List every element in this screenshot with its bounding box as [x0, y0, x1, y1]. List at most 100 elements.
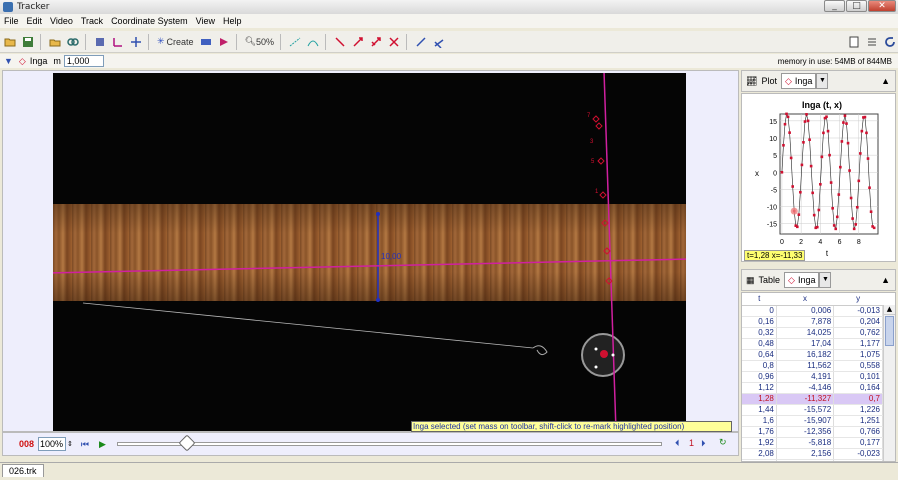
table-cell[interactable]: 0,766	[833, 426, 883, 438]
data-point[interactable]	[865, 131, 868, 135]
data-point[interactable]	[837, 193, 841, 196]
table-cell[interactable]: -15,572	[776, 404, 835, 416]
data-point[interactable]	[822, 131, 825, 135]
tape-icon[interactable]	[128, 33, 144, 51]
open-folder-icon[interactable]	[2, 33, 18, 51]
table-row[interactable]: 2,248,7420,325	[742, 459, 883, 461]
y-axis-line[interactable]	[603, 73, 617, 431]
menu-video[interactable]: Video	[46, 16, 77, 26]
data-point[interactable]	[843, 114, 847, 118]
menu-track[interactable]: Track	[77, 16, 107, 26]
table-row[interactable]: 0,64 16,182 1,075	[742, 349, 883, 361]
play-icon[interactable]: ▶	[99, 439, 106, 450]
stroke-icon[interactable]	[431, 33, 447, 51]
data-point[interactable]	[780, 170, 784, 174]
minimize-button[interactable]: _	[824, 0, 845, 12]
track-point-marker[interactable]	[592, 115, 600, 123]
table-cell[interactable]: 1,226	[833, 404, 883, 416]
data-point[interactable]	[809, 164, 813, 168]
table-cell[interactable]: 0,48	[742, 338, 777, 350]
data-point[interactable]	[819, 182, 822, 186]
clip-settings-icon[interactable]	[65, 33, 81, 51]
open-video-icon[interactable]	[47, 33, 63, 51]
table-cell[interactable]: 8,742	[776, 459, 835, 461]
table-cell[interactable]: 1,251	[833, 415, 883, 427]
table-row[interactable]: 0,48 17,04 1,177	[742, 338, 883, 350]
data-point[interactable]	[832, 224, 836, 227]
table-cell[interactable]: -11,327	[776, 393, 835, 405]
table-cell[interactable]: 2,24	[742, 459, 777, 461]
data-point[interactable]	[831, 206, 834, 210]
acceleration-icon[interactable]	[368, 33, 384, 51]
data-point[interactable]	[808, 138, 811, 142]
column-header-x[interactable]: x	[776, 293, 834, 306]
scroll-thumb[interactable]	[885, 316, 894, 346]
table-cell[interactable]: 7,878	[776, 316, 835, 328]
x-axis-line[interactable]	[53, 258, 686, 274]
data-point[interactable]	[840, 140, 844, 143]
table-cell[interactable]: 0,7	[833, 393, 883, 405]
autotracker-icon[interactable]	[216, 33, 232, 51]
table-cell[interactable]: 0,64	[742, 349, 777, 361]
memory-status[interactable]: memory in use: 54MB of 844MB	[778, 57, 892, 66]
table-cell[interactable]: -0,023	[833, 448, 883, 460]
data-point[interactable]	[866, 157, 870, 160]
video-frame[interactable]: 10,00 7 3 5 1	[53, 73, 686, 431]
step-forward-icon[interactable]: ⏵	[701, 438, 706, 449]
column-header-t[interactable]: t	[742, 293, 777, 306]
table-cell[interactable]: 1,44	[742, 404, 777, 416]
table-row[interactable]: 2,08 2,156 -0,023	[742, 448, 883, 460]
data-point[interactable]	[820, 155, 824, 159]
data-point[interactable]	[786, 115, 790, 119]
data-point[interactable]	[872, 226, 876, 230]
track-point-marker[interactable]	[595, 122, 603, 130]
table-row[interactable]: 0,16 7,878 0,204	[742, 316, 883, 328]
track-point-marker[interactable]	[601, 219, 609, 227]
table-cell[interactable]: 0,558	[833, 360, 883, 372]
track-point-marker[interactable]	[603, 247, 611, 255]
table-cell[interactable]: 0,8	[742, 360, 777, 372]
step-back-icon[interactable]: ⏴	[675, 438, 680, 449]
table-row[interactable]: 0 0,006 -0,013	[742, 305, 883, 317]
table-cell[interactable]: 0,96	[742, 371, 777, 383]
file-tab[interactable]: 026.trk	[2, 464, 44, 477]
table-cell[interactable]: 1,12	[742, 382, 777, 394]
table-row[interactable]: 0,32 14,025 0,762	[742, 327, 883, 339]
refresh-icon[interactable]	[882, 33, 898, 51]
table-cell[interactable]: -12,356	[776, 426, 835, 438]
save-icon[interactable]	[20, 33, 36, 51]
table-cell[interactable]: 1,075	[833, 349, 883, 361]
data-point[interactable]	[788, 131, 791, 134]
table-cell[interactable]: -5,818	[776, 437, 835, 449]
table-cell[interactable]: 0,16	[742, 316, 777, 328]
data-point[interactable]	[817, 208, 821, 212]
mass-field[interactable]	[63, 55, 104, 67]
table-cell[interactable]: 0,762	[833, 327, 883, 339]
table-scrollbar[interactable]: ▲	[883, 305, 895, 461]
data-point[interactable]	[852, 227, 856, 231]
frame-number[interactable]: 008	[19, 439, 34, 449]
data-point[interactable]	[789, 156, 793, 160]
data-point[interactable]	[839, 165, 842, 169]
zoom-spinner-icon[interactable]: ⇕	[67, 440, 73, 448]
maximize-button[interactable]: □	[846, 0, 867, 12]
table-cell[interactable]: 14,025	[776, 327, 835, 339]
zoom-field[interactable]	[38, 437, 67, 451]
table-row[interactable]: 1,76 -12,356 0,766	[742, 426, 883, 438]
velocity-icon[interactable]	[350, 33, 366, 51]
maximize-view-icon[interactable]: ▲	[881, 275, 890, 285]
data-point[interactable]	[826, 129, 830, 133]
selected-data-point[interactable]	[790, 207, 798, 215]
data-point[interactable]	[806, 119, 810, 123]
table-cell[interactable]: 0,325	[833, 459, 883, 461]
data-point[interactable]	[855, 205, 859, 209]
track-menu-arrow-icon[interactable]: ▼	[4, 56, 13, 66]
data-point[interactable]	[868, 186, 871, 190]
table-cell[interactable]: 2,156	[776, 448, 835, 460]
table-cell[interactable]: 1,92	[742, 437, 777, 449]
chevron-down-icon[interactable]: ▼	[816, 73, 829, 89]
table-row[interactable]: 1,6 -15,907 1,251	[742, 415, 883, 427]
reset-icon[interactable]: ⏮	[81, 439, 89, 450]
data-point[interactable]	[800, 163, 804, 167]
data-point[interactable]	[799, 190, 802, 194]
